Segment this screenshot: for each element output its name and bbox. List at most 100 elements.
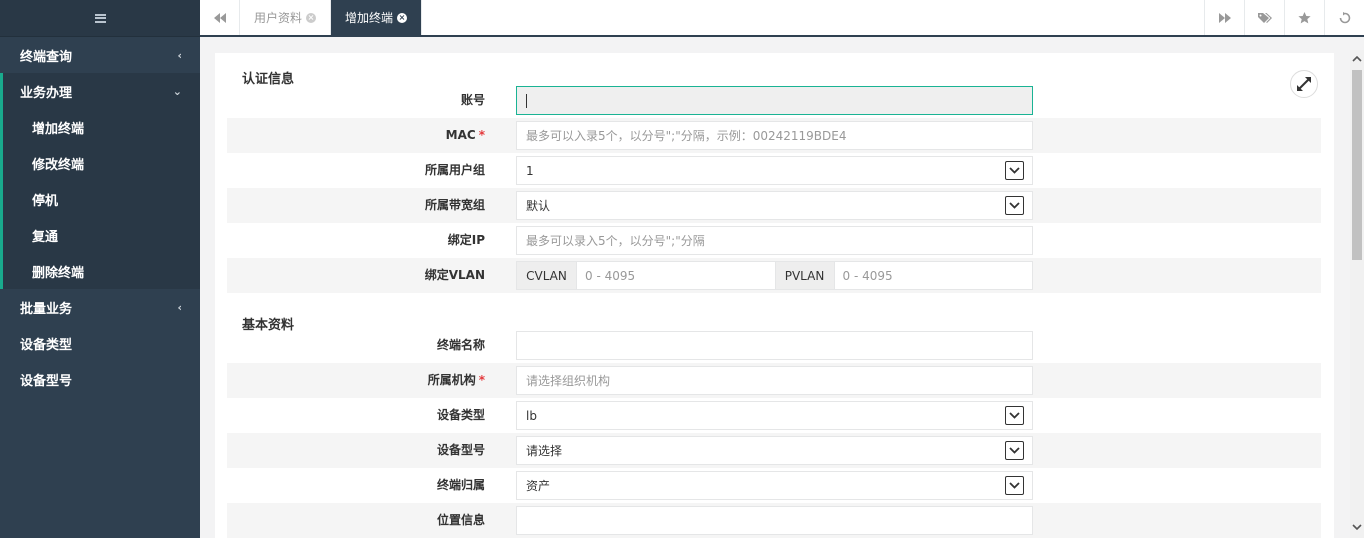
tags-icon	[1257, 12, 1272, 23]
form-row-terminal-name: 终端名称	[227, 328, 1321, 363]
bind-ip-label: 绑定IP	[447, 233, 485, 247]
chevron-down-icon	[1005, 196, 1024, 215]
double-chevron-left-icon	[213, 12, 226, 23]
tab-label: 增加终端	[345, 11, 394, 25]
form-row-account: 账号	[227, 83, 1321, 118]
bind-ip-placeholder: 最多可以录入5个，以分号";"分隔	[526, 234, 705, 248]
page-scrollbar[interactable]	[1350, 50, 1364, 538]
tab-user-profile[interactable]: 用户资料 ×	[240, 0, 332, 35]
sidebar-menu-lower: 批量业务 ‹ 设备类型 设备型号	[0, 289, 200, 397]
terminal-owner-value: 资产	[526, 479, 551, 493]
sidebar-subitem-resume[interactable]: 复通	[3, 217, 200, 253]
chevron-left-icon: ‹	[177, 49, 182, 62]
favorite-button[interactable]	[1284, 0, 1324, 35]
sidebar-toggle-button[interactable]	[0, 0, 200, 37]
bandwidth-group-select[interactable]: 默认	[516, 191, 1033, 220]
device-type-value: lb	[526, 408, 537, 423]
sidebar-item-batch[interactable]: 批量业务 ‹	[0, 289, 200, 325]
tags-button[interactable]	[1244, 0, 1284, 35]
required-mark: *	[478, 128, 485, 142]
close-icon[interactable]: ×	[306, 12, 317, 23]
form-row-location: 位置信息	[227, 503, 1321, 538]
user-group-value: 1	[526, 163, 534, 178]
org-placeholder: 请选择组织机构	[526, 374, 611, 388]
device-model-label: 设备型号	[436, 443, 485, 457]
chevron-left-icon: ‹	[177, 301, 182, 314]
pvlan-input[interactable]: 0 - 4095	[835, 262, 1033, 289]
text-caret	[526, 93, 527, 108]
chevron-down-icon	[1005, 406, 1024, 425]
sidebar-item-label: 业务办理	[20, 85, 73, 101]
terminal-owner-select[interactable]: 资产	[516, 471, 1033, 500]
bind-ip-input[interactable]: 最多可以录入5个，以分号";"分隔	[516, 226, 1033, 255]
cvlan-input[interactable]: 0 - 4095	[577, 262, 775, 289]
terminal-name-input[interactable]	[516, 331, 1033, 360]
sidebar-item-terminal-query[interactable]: 终端查询 ‹	[0, 37, 200, 73]
form-row-user-group: 所属用户组 1	[227, 153, 1321, 188]
double-chevron-right-icon	[1218, 12, 1231, 23]
required-mark: *	[478, 373, 485, 387]
location-input[interactable]	[516, 506, 1033, 535]
sidebar-menu: 终端查询 ‹ 业务办理 ⌄	[0, 37, 200, 109]
form-panel: 认证信息 账号 MAC * 最多可以入录5个，以分号";"分隔，示例：002421…	[215, 53, 1334, 538]
chevron-down-icon	[1005, 476, 1024, 495]
org-label: 所属机构 *	[427, 373, 485, 387]
sidebar-item-label: 设备类型	[20, 337, 73, 353]
bandwidth-group-label: 所属带宽组	[424, 198, 485, 212]
terminal-owner-label: 终端归属	[436, 478, 485, 492]
refresh-icon	[1339, 11, 1350, 23]
chevron-down-icon	[1005, 161, 1024, 180]
tab-label: 用户资料	[254, 11, 303, 25]
terminal-name-label: 终端名称	[436, 338, 485, 352]
close-icon[interactable]: ×	[397, 12, 408, 23]
hamburger-icon	[94, 13, 106, 23]
sidebar-item-label: 设备型号	[20, 373, 73, 389]
tab-scroll-right-button[interactable]	[1204, 0, 1244, 35]
sidebar-item-label: 批量业务	[20, 301, 73, 317]
form-row-terminal-owner: 终端归属 资产	[227, 468, 1321, 503]
form-row-bind-ip: 绑定IP 最多可以录入5个，以分号";"分隔	[227, 223, 1321, 258]
form-row-device-type: 设备类型 lb	[227, 398, 1321, 433]
sidebar-subitem-suspend[interactable]: 停机	[3, 181, 200, 217]
sidebar-subitem-delete-terminal[interactable]: 删除终端	[3, 253, 200, 289]
vlan-input-group: CVLAN 0 - 4095 PVLAN 0 - 4095	[516, 261, 1033, 290]
device-type-select[interactable]: lb	[516, 401, 1033, 430]
sidebar-item-business[interactable]: 业务办理 ⌄	[0, 73, 200, 109]
form-row-bandwidth-group: 所属带宽组 默认	[227, 188, 1321, 223]
tab-list: 用户资料 × 增加终端 ×	[240, 0, 423, 35]
device-model-value: 请选择	[526, 444, 563, 458]
mac-placeholder: 最多可以入录5个，以分号";"分隔，示例：00242119BDE4	[526, 129, 847, 143]
device-model-select[interactable]: 请选择	[516, 436, 1033, 465]
scrollbar-thumb[interactable]	[1352, 70, 1362, 260]
refresh-button[interactable]	[1324, 0, 1364, 35]
account-label: 账号	[460, 93, 485, 107]
form-row-mac: MAC * 最多可以入录5个，以分号";"分隔，示例：00242119BDE4	[227, 118, 1321, 153]
form-row-device-model: 设备型号 请选择	[227, 433, 1321, 468]
star-icon	[1298, 11, 1311, 23]
sidebar-item-label: 终端查询	[20, 49, 73, 65]
chevron-down-icon	[1005, 441, 1024, 460]
location-label: 位置信息	[436, 513, 485, 527]
main-content: 认证信息 账号 MAC * 最多可以入录5个，以分号";"分隔，示例：002421…	[200, 37, 1364, 538]
device-type-label: 设备类型	[436, 408, 485, 422]
form-row-org: 所属机构 * 请选择组织机构	[227, 363, 1321, 398]
cvlan-addon: CVLAN	[517, 262, 577, 289]
mac-input[interactable]: 最多可以入录5个，以分号";"分隔，示例：00242119BDE4	[516, 121, 1033, 150]
account-input[interactable]	[516, 86, 1033, 115]
tab-scroll-left-button[interactable]	[200, 0, 240, 35]
org-input[interactable]: 请选择组织机构	[516, 366, 1033, 395]
form-row-bind-vlan: 绑定VLAN CVLAN 0 - 4095 PVLAN 0 - 4095	[227, 258, 1321, 293]
user-group-select[interactable]: 1	[516, 156, 1033, 185]
sidebar-subitem-edit-terminal[interactable]: 修改终端	[3, 145, 200, 181]
sidebar-subitem-add-terminal[interactable]: 增加终端	[3, 109, 200, 145]
sidebar-item-device-type[interactable]: 设备类型	[0, 325, 200, 361]
tab-add-terminal[interactable]: 增加终端 ×	[331, 0, 423, 35]
scroll-down-icon[interactable]	[1350, 520, 1364, 534]
user-group-label: 所属用户组	[424, 163, 485, 177]
scroll-up-icon[interactable]	[1350, 52, 1364, 66]
tab-bar: 用户资料 × 增加终端 ×	[200, 0, 1364, 37]
pvlan-addon: PVLAN	[774, 262, 835, 289]
sidebar-item-device-model[interactable]: 设备型号	[0, 361, 200, 397]
sidebar-submenu: 增加终端 修改终端 停机 复通 删除终端	[0, 109, 200, 289]
bind-vlan-label: 绑定VLAN	[424, 268, 485, 282]
